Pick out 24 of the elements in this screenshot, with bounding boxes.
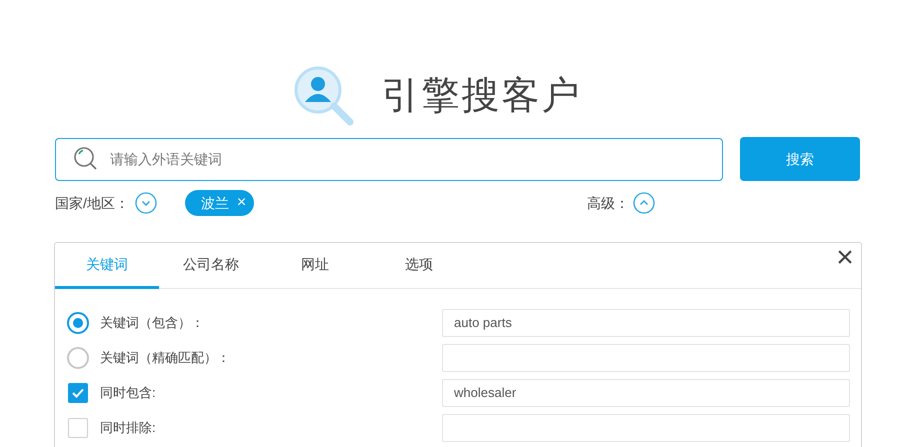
option-label: 同时排除: — [100, 418, 157, 437]
radio-button[interactable] — [67, 346, 89, 368]
tab[interactable]: 选项 — [367, 243, 471, 289]
text-field[interactable] — [442, 414, 850, 442]
search-field[interactable]: 请输入外语关键词 — [55, 138, 723, 180]
checkbox[interactable] — [68, 382, 88, 402]
text-field[interactable]: wholesaler — [442, 378, 850, 406]
page-title: 引擎搜客户 — [382, 74, 582, 118]
expand-icon[interactable] — [134, 192, 157, 214]
tab[interactable]: 网址 — [263, 243, 367, 289]
option-label: 关键词（精确匹配）： — [100, 348, 231, 367]
option-label: 关键词（包含）： — [100, 314, 205, 332]
text-field[interactable]: auto parts — [442, 308, 850, 336]
option-label: 同时包含: — [100, 384, 157, 402]
tab[interactable]: 公司名称 — [159, 243, 263, 289]
search-icon — [73, 146, 99, 172]
collapse-icon[interactable] — [633, 192, 656, 214]
tag-label: 波兰 — [200, 194, 229, 212]
checkbox[interactable] — [68, 418, 88, 438]
radio-button[interactable] — [67, 312, 89, 334]
close-button[interactable]: × — [833, 243, 857, 273]
advanced-label: 高级： — [587, 194, 630, 212]
country-label: 国家/地区： — [55, 194, 129, 212]
text-field[interactable] — [442, 344, 850, 372]
